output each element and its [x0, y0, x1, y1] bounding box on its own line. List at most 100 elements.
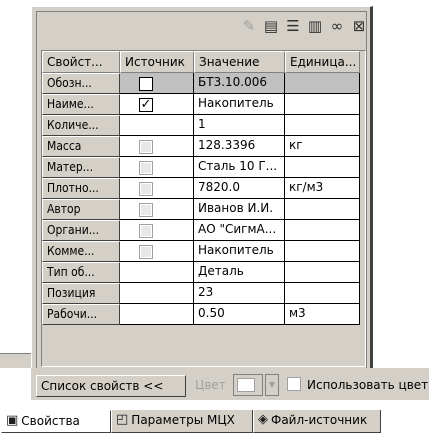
source-file-icon: ◈: [258, 412, 268, 427]
property-name-cell[interactable]: Рабочи...: [42, 304, 120, 325]
properties-panel: ✎ ▤ ☰ ▥ ∞ ⊠ Свойст... Источник Значение …: [31, 6, 373, 378]
source-cell: [120, 136, 194, 157]
unit-cell[interactable]: [285, 94, 360, 115]
value-cell[interactable]: БТ3.10.006: [194, 73, 285, 94]
unit-cell[interactable]: [285, 241, 360, 262]
table-row[interactable]: Рабочи... 0.50 м3: [42, 304, 360, 325]
property-name-cell[interactable]: Органи...: [42, 220, 120, 241]
mass-properties-icon: ◰: [116, 412, 129, 427]
source-checkbox: [139, 203, 153, 217]
value-cell[interactable]: 128.3396: [194, 136, 285, 157]
source-cell: [120, 157, 194, 178]
bottom-bar: Список свойств << Цвет ▼ Использовать цв…: [31, 368, 429, 400]
property-name-cell[interactable]: Масса: [42, 136, 120, 157]
table-row[interactable]: Автор Иванов И.И.: [42, 199, 360, 220]
value-cell[interactable]: Иванов И.И.: [194, 199, 285, 220]
source-cell: [120, 73, 194, 94]
unit-cell[interactable]: [285, 283, 360, 304]
unit-cell[interactable]: м3: [285, 304, 360, 325]
use-color-label: Использовать цвет: [307, 378, 429, 392]
source-checkbox: [139, 245, 153, 259]
properties-toolbar: ✎ ▤ ☰ ▥ ∞ ⊠: [237, 15, 367, 39]
property-name-cell[interactable]: Матер...: [42, 157, 120, 178]
value-cell[interactable]: Накопитель: [194, 241, 285, 262]
source-cell: [120, 262, 194, 283]
source-cell: [120, 304, 194, 325]
property-list-label: Список свойств <<: [41, 379, 164, 393]
source-cell: [120, 199, 194, 220]
header-property[interactable]: Свойст...: [42, 51, 120, 73]
table-row[interactable]: Обозн... БТ3.10.006: [42, 73, 360, 94]
link-icon[interactable]: ∞: [325, 15, 349, 37]
table-row[interactable]: Органи... АО "СигмА...: [42, 220, 360, 241]
unit-cell[interactable]: кг/м3: [285, 178, 360, 199]
unit-cell[interactable]: [285, 199, 360, 220]
property-name-cell[interactable]: Количе...: [42, 115, 120, 136]
properties-grid: Свойст... Источник Значение Единица... О…: [41, 50, 366, 367]
source-checkbox[interactable]: [139, 77, 153, 91]
tab-source-file-label: Файл-источник: [271, 413, 368, 427]
use-color-checkbox[interactable]: [287, 377, 301, 391]
property-name-cell[interactable]: Наиме...: [42, 94, 120, 115]
value-cell[interactable]: Деталь: [194, 262, 285, 283]
value-cell[interactable]: 1: [194, 115, 285, 136]
source-checkbox: [139, 140, 153, 154]
source-checkbox: [139, 161, 153, 175]
source-checkbox: [139, 224, 153, 238]
value-cell[interactable]: Накопитель: [194, 94, 285, 115]
header-source[interactable]: Источник: [120, 51, 194, 73]
unit-cell[interactable]: [285, 220, 360, 241]
table-row[interactable]: Позиция 23: [42, 283, 360, 304]
tab-properties[interactable]: ▣ Свойства: [1, 410, 111, 433]
color-swatch: [237, 378, 255, 392]
table-row[interactable]: Комме... Накопитель: [42, 241, 360, 262]
table-row[interactable]: Наиме... ✓ Накопитель: [42, 94, 360, 115]
tab-strip: ▣ Свойства ◰ Параметры МЦХ ◈ Файл-источн…: [0, 410, 429, 438]
unit-cell[interactable]: [285, 157, 360, 178]
value-cell[interactable]: АО "СигмА...: [194, 220, 285, 241]
book-icon[interactable]: ▥: [303, 15, 327, 37]
value-cell[interactable]: Сталь 10 Г...: [194, 157, 285, 178]
value-cell[interactable]: 0.50: [194, 304, 285, 325]
properties-icon[interactable]: ⊠: [347, 15, 371, 37]
table-row[interactable]: Тип об... Деталь: [42, 262, 360, 283]
source-cell: [120, 220, 194, 241]
properties-tab-icon: ▣: [6, 413, 19, 428]
chevron-down-icon[interactable]: ▼: [265, 374, 279, 396]
document-icon[interactable]: ▤: [259, 15, 283, 37]
table-row[interactable]: Масса 128.3396 кг: [42, 136, 360, 157]
value-cell[interactable]: 23: [194, 283, 285, 304]
unit-cell[interactable]: [285, 262, 360, 283]
property-name-cell[interactable]: Плотно...: [42, 178, 120, 199]
tab-properties-label: Свойства: [21, 414, 80, 428]
source-checkbox: [139, 182, 153, 196]
color-label: Цвет: [195, 378, 226, 392]
color-picker[interactable]: [233, 374, 263, 396]
table-row[interactable]: Матер... Сталь 10 Г...: [42, 157, 360, 178]
source-cell: [120, 241, 194, 262]
tab-mass-properties[interactable]: ◰ Параметры МЦХ: [111, 410, 253, 433]
property-name-cell[interactable]: Автор: [42, 199, 120, 220]
table-row[interactable]: Количе... 1: [42, 115, 360, 136]
tab-mass-properties-label: Параметры МЦХ: [131, 413, 235, 427]
property-list-button[interactable]: Список свойств <<: [36, 375, 186, 397]
property-name-cell[interactable]: Тип об...: [42, 262, 120, 283]
unit-cell[interactable]: [285, 115, 360, 136]
property-name-cell[interactable]: Позиция: [42, 283, 120, 304]
source-cell: [120, 115, 194, 136]
list-icon[interactable]: ☰: [281, 15, 305, 37]
source-cell: ✓: [120, 94, 194, 115]
header-value[interactable]: Значение: [194, 51, 285, 73]
tab-source-file[interactable]: ◈ Файл-источник: [253, 410, 381, 433]
property-name-cell[interactable]: Обозн...: [42, 73, 120, 94]
wand-icon[interactable]: ✎: [237, 15, 261, 37]
property-name-cell[interactable]: Комме...: [42, 241, 120, 262]
header-unit[interactable]: Единица...: [285, 51, 360, 73]
background-strip: [0, 353, 31, 368]
value-cell[interactable]: 7820.0: [194, 178, 285, 199]
table-row[interactable]: Плотно... 7820.0 кг/м3: [42, 178, 360, 199]
unit-cell[interactable]: [285, 73, 360, 94]
source-cell: [120, 178, 194, 199]
source-checkbox[interactable]: ✓: [139, 98, 153, 112]
unit-cell[interactable]: кг: [285, 136, 360, 157]
